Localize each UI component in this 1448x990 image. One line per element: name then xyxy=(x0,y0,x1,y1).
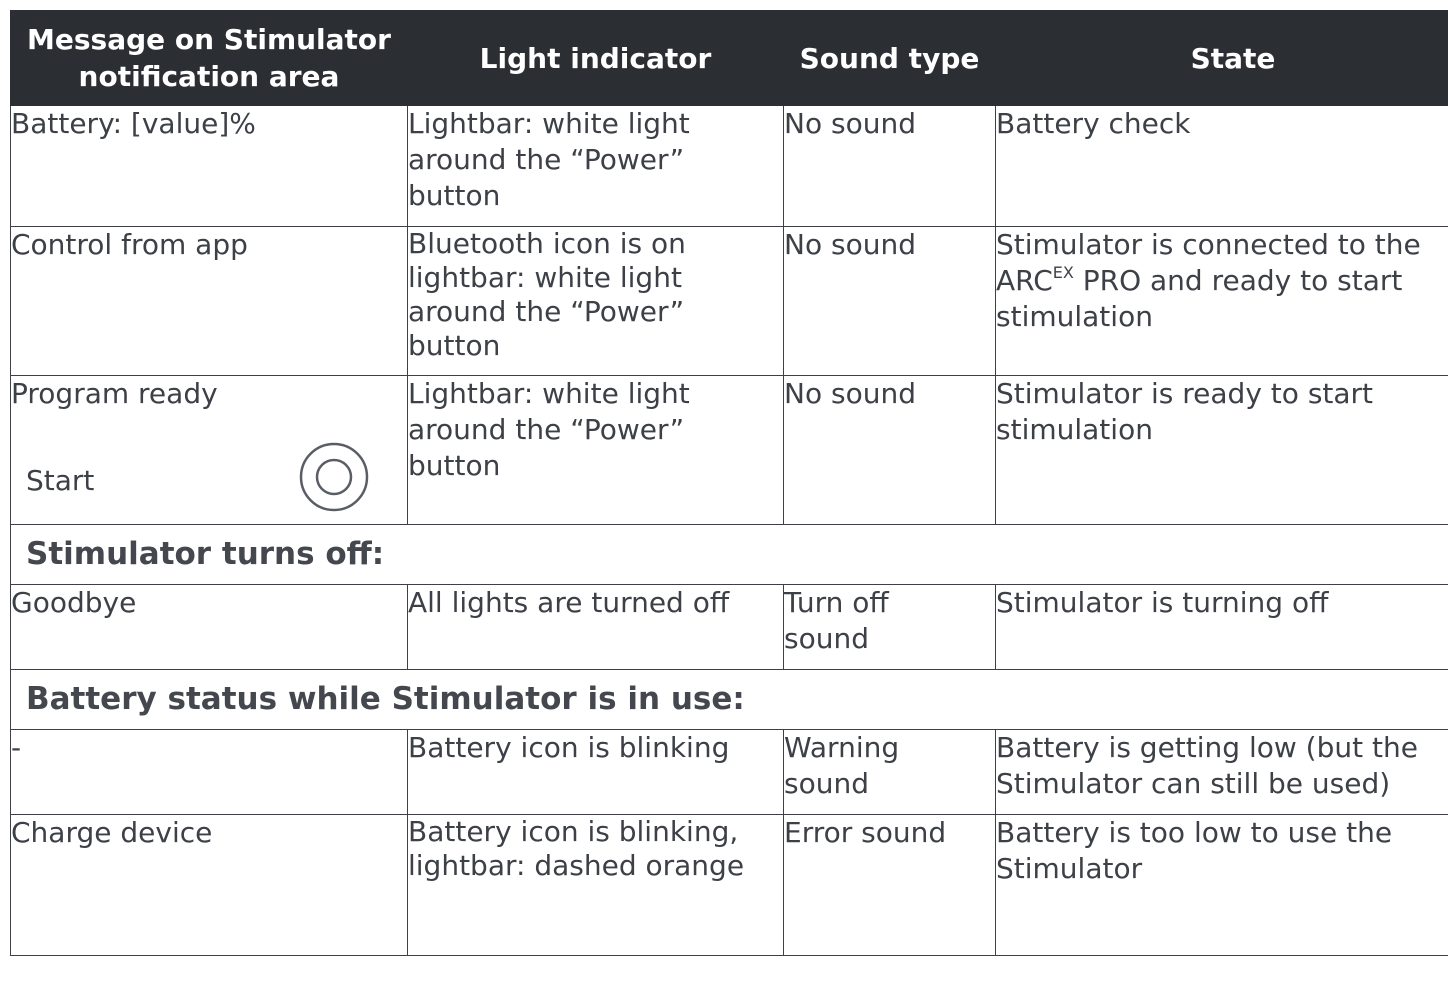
table-row: Program ready Start Lightbar: white ligh… xyxy=(10,375,1448,525)
light-text: Bluetooth icon is on lightbar: white lig… xyxy=(408,227,686,362)
table-row: Battery: [value]% Lightbar: white light … xyxy=(10,105,1448,227)
light-text: Lightbar: white light around the “Power”… xyxy=(408,377,690,482)
state-cell: Battery is getting low (but the Stimulat… xyxy=(995,729,1448,815)
state-text: Stimulator is ready to start stimulation xyxy=(996,377,1374,446)
message-cell: Goodbye xyxy=(10,584,408,670)
sound-cell: Warning sound xyxy=(783,729,996,815)
section-title: Stimulator turns off: xyxy=(10,524,1448,585)
light-cell: Bluetooth icon is on lightbar: white lig… xyxy=(407,226,784,376)
column-header-message-line2: notification area xyxy=(78,60,340,93)
status-table: Message on Stimulator notification area … xyxy=(10,10,1448,956)
column-header-light: Light indicator xyxy=(407,10,784,106)
light-cell: Battery icon is blinking xyxy=(407,729,784,815)
message-start: Start xyxy=(26,464,95,497)
message-cell: Program ready Start xyxy=(10,375,408,525)
sound-text: Turn off sound xyxy=(784,586,889,655)
state-cell: Stimulator is turning off xyxy=(995,584,1448,670)
table-header-row: Message on Stimulator notification area … xyxy=(10,10,1448,106)
state-cell: Battery check xyxy=(995,105,1448,227)
column-header-state: State xyxy=(995,10,1448,106)
column-header-sound: Sound type xyxy=(783,10,996,106)
light-cell: Lightbar: white light around the “Power”… xyxy=(407,375,784,525)
sound-cell: No sound xyxy=(783,226,996,376)
section-title: Battery status while Stimulator is in us… xyxy=(10,669,1448,730)
message-cell: Control from app xyxy=(10,226,408,376)
message-cell: - xyxy=(10,729,408,815)
sound-cell: Turn off sound xyxy=(783,584,996,670)
state-cell: Stimulator is ready to start stimulation xyxy=(995,375,1448,525)
state-cell: Battery is too low to use the Stimulator xyxy=(995,814,1448,956)
sound-cell: No sound xyxy=(783,105,996,227)
state-cell: Stimulator is connected to the ARCEX PRO… xyxy=(995,226,1448,376)
sound-cell: No sound xyxy=(783,375,996,525)
message-cell: Battery: [value]% xyxy=(10,105,408,227)
light-cell: Lightbar: white light around the “Power”… xyxy=(407,105,784,227)
state-text: Battery is too low to use the Stimulator xyxy=(996,816,1393,885)
program-cell-content: Program ready Start xyxy=(11,376,407,524)
column-header-message: Message on Stimulator notification area xyxy=(10,10,408,106)
state-text: Stimulator is connected to the ARCEX PRO… xyxy=(996,227,1436,335)
message-program-ready: Program ready xyxy=(11,377,218,410)
sound-cell: Error sound xyxy=(783,814,996,956)
light-cell: All lights are turned off xyxy=(407,584,784,670)
light-text: Lightbar: white light around the “Power”… xyxy=(408,107,690,212)
sound-text: Warning sound xyxy=(784,731,900,800)
table-row: Charge device Battery icon is blinking, … xyxy=(10,814,1448,956)
table-row: Control from app Bluetooth icon is on li… xyxy=(10,226,1448,376)
section-row-battery-status: Battery status while Stimulator is in us… xyxy=(10,669,1448,730)
table-row: - Battery icon is blinking Warning sound… xyxy=(10,729,1448,815)
column-header-message-line1: Message on Stimulator xyxy=(27,23,391,56)
section-row-turns-off: Stimulator turns off: xyxy=(10,524,1448,585)
light-cell: Battery icon is blinking, lightbar: dash… xyxy=(407,814,784,956)
table-row: Goodbye All lights are turned off Turn o… xyxy=(10,584,1448,670)
power-button-icon xyxy=(299,442,369,512)
state-superscript: EX xyxy=(1052,263,1074,282)
message-cell: Charge device xyxy=(10,814,408,956)
